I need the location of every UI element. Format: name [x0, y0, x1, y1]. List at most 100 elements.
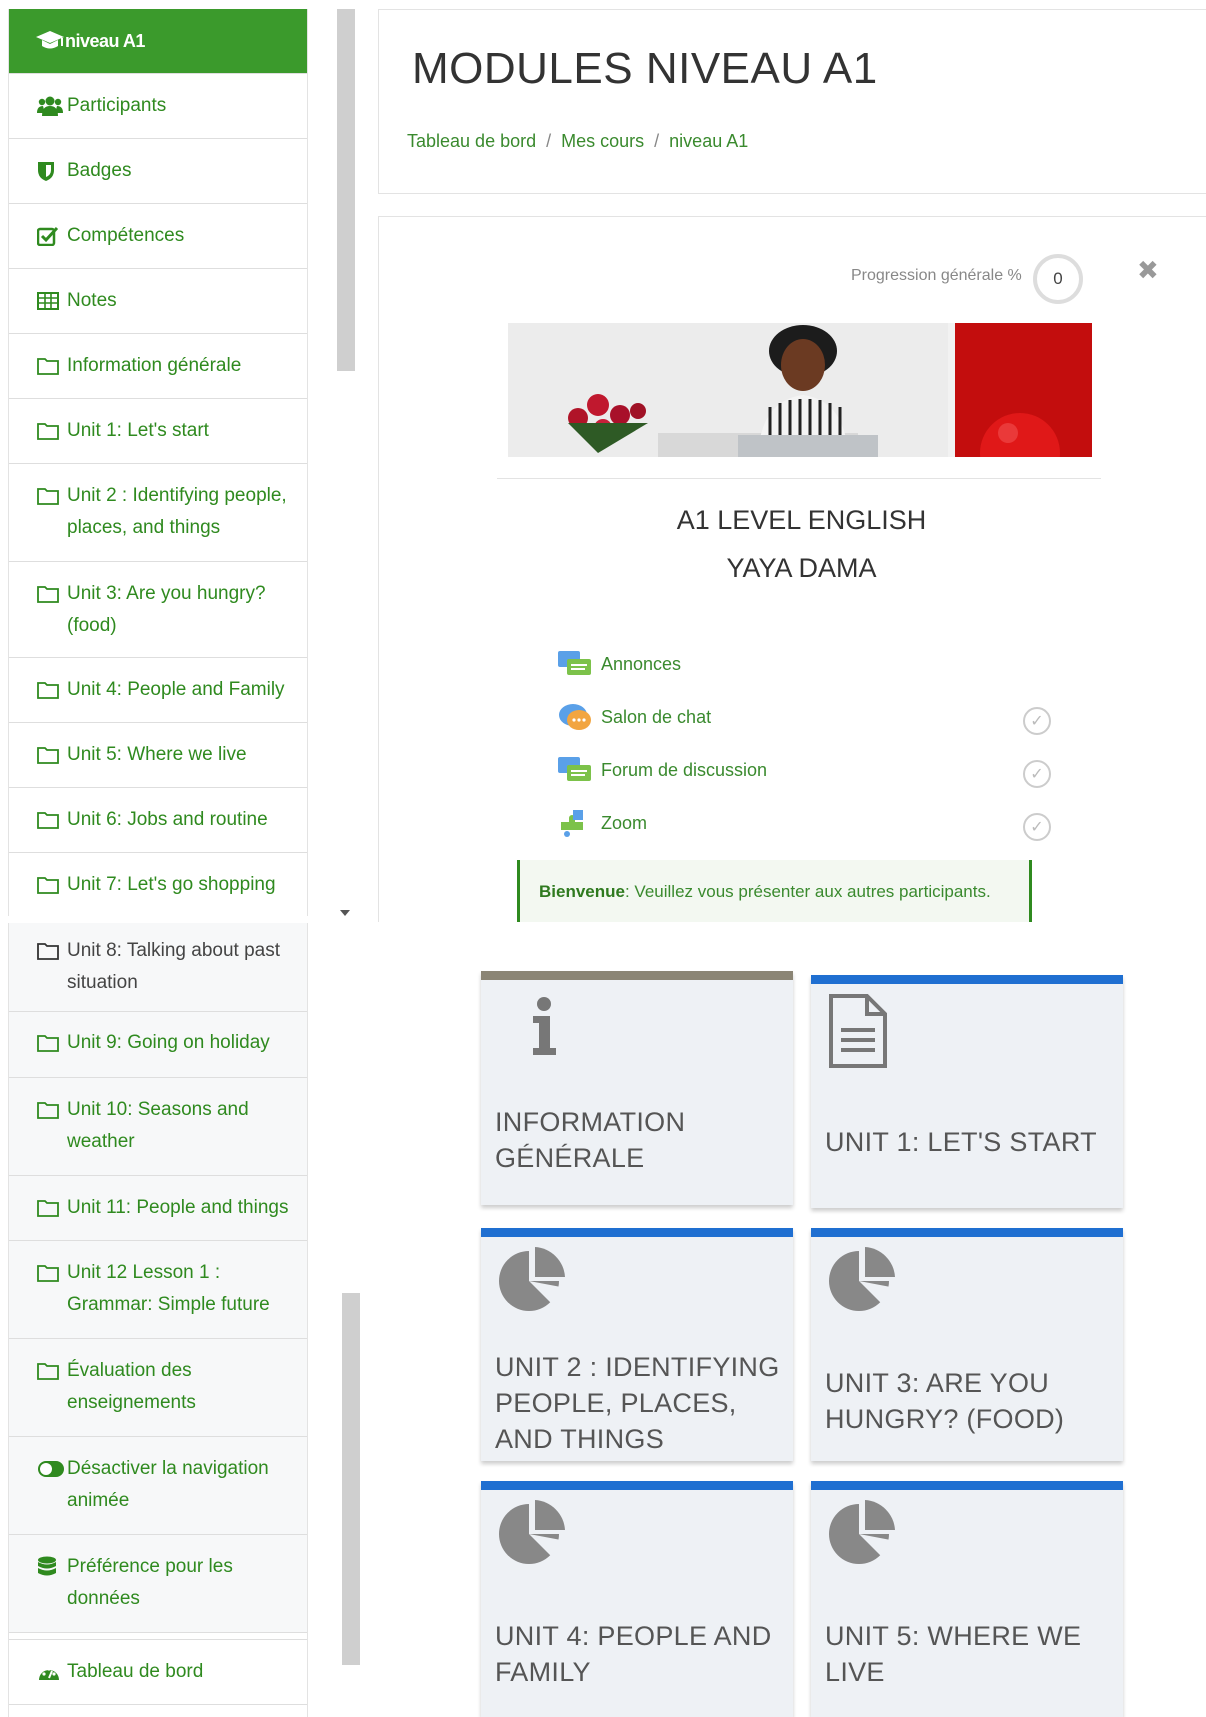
sidebar-item-evaluation[interactable]: Évaluation des enseignements [9, 1339, 307, 1437]
sidebar-item-unit-1[interactable]: Unit 1: Let's start [9, 399, 307, 464]
sidebar-item-unit-10[interactable]: Unit 10: Seasons and weather [9, 1078, 307, 1176]
pie-chart-icon [829, 1500, 895, 1564]
tile-unit-5[interactable]: UNIT 5: WHERE WE LIVE [811, 1481, 1123, 1717]
course-summary-card: Progression générale % 0 ✖ A1 LEVEL ENGL… [378, 216, 1206, 922]
activity-label: Annonces [601, 653, 682, 674]
sidebar-item-label: Unit 4: People and Family [67, 679, 285, 700]
activity-forum[interactable]: Forum de discussion [557, 755, 767, 785]
sidebar-item-unit-7[interactable]: Unit 7: Let's go shopping [9, 853, 307, 916]
folder-icon [37, 674, 67, 706]
breadcrumb-item-my-courses[interactable]: Mes cours [561, 131, 644, 151]
tile-unit-2[interactable]: UNIT 2 : IDENTIFYING PEOPLE, PLACES, AND… [481, 1228, 793, 1461]
pie-chart-icon [829, 1247, 895, 1311]
sidebar-item-course-home[interactable]: niveau A1 [9, 9, 307, 74]
folder-icon [37, 1257, 67, 1289]
folder-icon [37, 1355, 67, 1387]
scroll-down-arrow-icon[interactable] [340, 910, 350, 916]
database-icon [37, 1551, 67, 1583]
pie-chart-icon [499, 1247, 565, 1311]
sidebar-item-participants[interactable]: Participants [9, 74, 307, 139]
forum-icon [558, 651, 591, 675]
sidebar-item-badges[interactable]: Badges [9, 139, 307, 204]
sidebar-item-unit-11[interactable]: Unit 11: People and things [9, 1176, 307, 1241]
activity-annonces[interactable]: Annonces [557, 649, 681, 679]
sidebar-item-label: Unit 11: People and things [67, 1197, 289, 1218]
progress-value: 0 [1053, 269, 1063, 288]
sidebar-item-unit-6[interactable]: Unit 6: Jobs and routine [9, 788, 307, 853]
folder-icon [37, 1192, 67, 1224]
folder-icon [37, 480, 67, 512]
close-icon[interactable]: ✖ [1137, 255, 1159, 286]
sidebar-item-label: Désactiver la navigation animée [67, 1458, 269, 1511]
document-icon [829, 994, 887, 1068]
breadcrumb-item-course[interactable]: niveau A1 [669, 131, 748, 151]
graduation-cap-icon [35, 30, 65, 52]
sidebar-item-label: Participants [67, 95, 167, 116]
welcome-text: : Veuillez vous présenter aux autres par… [624, 882, 991, 901]
sidebar-item-label: Unit 9: Going on holiday [67, 1032, 270, 1053]
sidebar-item-label: Unit 6: Jobs and routine [67, 809, 268, 830]
completion-check-icon[interactable]: ✓ [1023, 760, 1051, 788]
tile-unit-4[interactable]: UNIT 4: PEOPLE AND FAMILY [481, 1481, 793, 1717]
sidebar-item-label: Tableau de bord [67, 1661, 204, 1682]
sidebar-item-unit-12[interactable]: Unit 12 Lesson 1 : Grammar: Simple futur… [9, 1241, 307, 1339]
sidebar-item-data-preference[interactable]: Préférence pour les données [9, 1535, 307, 1633]
sidebar-item-unit-4[interactable]: Unit 4: People and Family [9, 658, 307, 723]
page-header: MODULES NIVEAU A1 Tableau de bord / Mes co… [378, 9, 1206, 194]
sidebar-item-label: Unit 12 Lesson 1 : Grammar: Simple futur… [67, 1262, 270, 1315]
breadcrumb-item-dashboard[interactable]: Tableau de bord [407, 131, 536, 151]
welcome-message: Bienvenue: Veuillez vous présenter aux a… [517, 860, 1032, 922]
course-teacher: YAYA DAMA [726, 553, 877, 583]
folder-icon [37, 869, 67, 901]
chat-icon [559, 704, 591, 730]
folder-icon [37, 578, 67, 610]
welcome-bold: Bienvenue [539, 882, 625, 901]
sidebar-bottom: Unit 8: Talking about past situation Uni… [8, 923, 308, 1717]
progress-label: Progression générale % [851, 267, 1022, 284]
sidebar-scrollbar[interactable] [342, 1293, 360, 1665]
sidebar-item-label: Notes [67, 290, 117, 311]
activity-chat[interactable]: Salon de chat [557, 702, 711, 732]
breadcrumb: Tableau de bord / Mes cours / niveau A1 [407, 131, 748, 152]
tile-label: UNIT 2 : IDENTIFYING PEOPLE, PLACES, AND… [495, 1352, 780, 1454]
course-title: A1 LEVEL ENGLISH [676, 505, 927, 535]
sidebar-scrollbar[interactable] [337, 9, 355, 371]
sidebar-item-unit-2[interactable]: Unit 2 : Identifying people, places, and… [9, 464, 307, 562]
sidebar-item-competences[interactable]: Compétences [9, 204, 307, 269]
sidebar-item-label: Évaluation des enseignements [67, 1360, 196, 1413]
activity-label: Forum de discussion [601, 759, 768, 780]
folder-icon [37, 415, 67, 447]
tile-unit-3[interactable]: UNIT 3: ARE YOU HUNGRY? (FOOD) [811, 1228, 1123, 1461]
sidebar-item-unit-5[interactable]: Unit 5: Where we live [9, 723, 307, 788]
sidebar-item-toggle-animation[interactable]: Désactiver la navigation animée [9, 1437, 307, 1535]
sidebar-item-notes[interactable]: Notes [9, 269, 307, 334]
info-icon [533, 997, 556, 1055]
sidebar-item-unit-3[interactable]: Unit 3: Are you hungry? (food) [9, 562, 307, 658]
table-icon [37, 285, 67, 317]
activity-label: Salon de chat [601, 706, 712, 727]
sidebar-item-label: Préférence pour les données [67, 1556, 233, 1609]
activity-zoom[interactable]: Zoom [557, 808, 647, 838]
folder-icon [37, 1094, 67, 1126]
sidebar-item-dashboard[interactable]: Tableau de bord [9, 1639, 307, 1705]
sidebar-item-label: Unit 2 : Identifying people, places, and… [67, 485, 287, 538]
shield-icon [37, 155, 67, 187]
completion-check-icon[interactable]: ✓ [1023, 707, 1051, 735]
sidebar-top: niveau A1 Participants Badges Compétence… [8, 9, 308, 916]
tile-information-generale[interactable]: INFORMATION GÉNÉRALE [481, 971, 793, 1205]
sidebar-item-label: Unit 1: Let's start [67, 420, 209, 441]
folder-icon [37, 935, 67, 967]
check-square-icon [37, 220, 67, 252]
users-icon [37, 90, 67, 122]
completion-check-icon[interactable]: ✓ [1023, 813, 1051, 841]
sidebar-item-information-generale[interactable]: Information générale [9, 334, 307, 399]
breadcrumb-separator: / [654, 131, 660, 151]
sidebar-item-unit-9[interactable]: Unit 9: Going on holiday [9, 1012, 307, 1078]
sidebar-item-unit-8[interactable]: Unit 8: Talking about past situation [9, 923, 307, 1012]
tile-unit-1[interactable]: UNIT 1: LET'S START [811, 975, 1123, 1208]
sidebar-item-label: Unit 7: Let's go shopping [67, 874, 276, 895]
breadcrumb-separator: / [546, 131, 552, 151]
tile-label: UNIT 4: PEOPLE AND FAMILY [495, 1621, 772, 1687]
folder-icon [37, 804, 67, 836]
pie-chart-icon [499, 1500, 565, 1564]
